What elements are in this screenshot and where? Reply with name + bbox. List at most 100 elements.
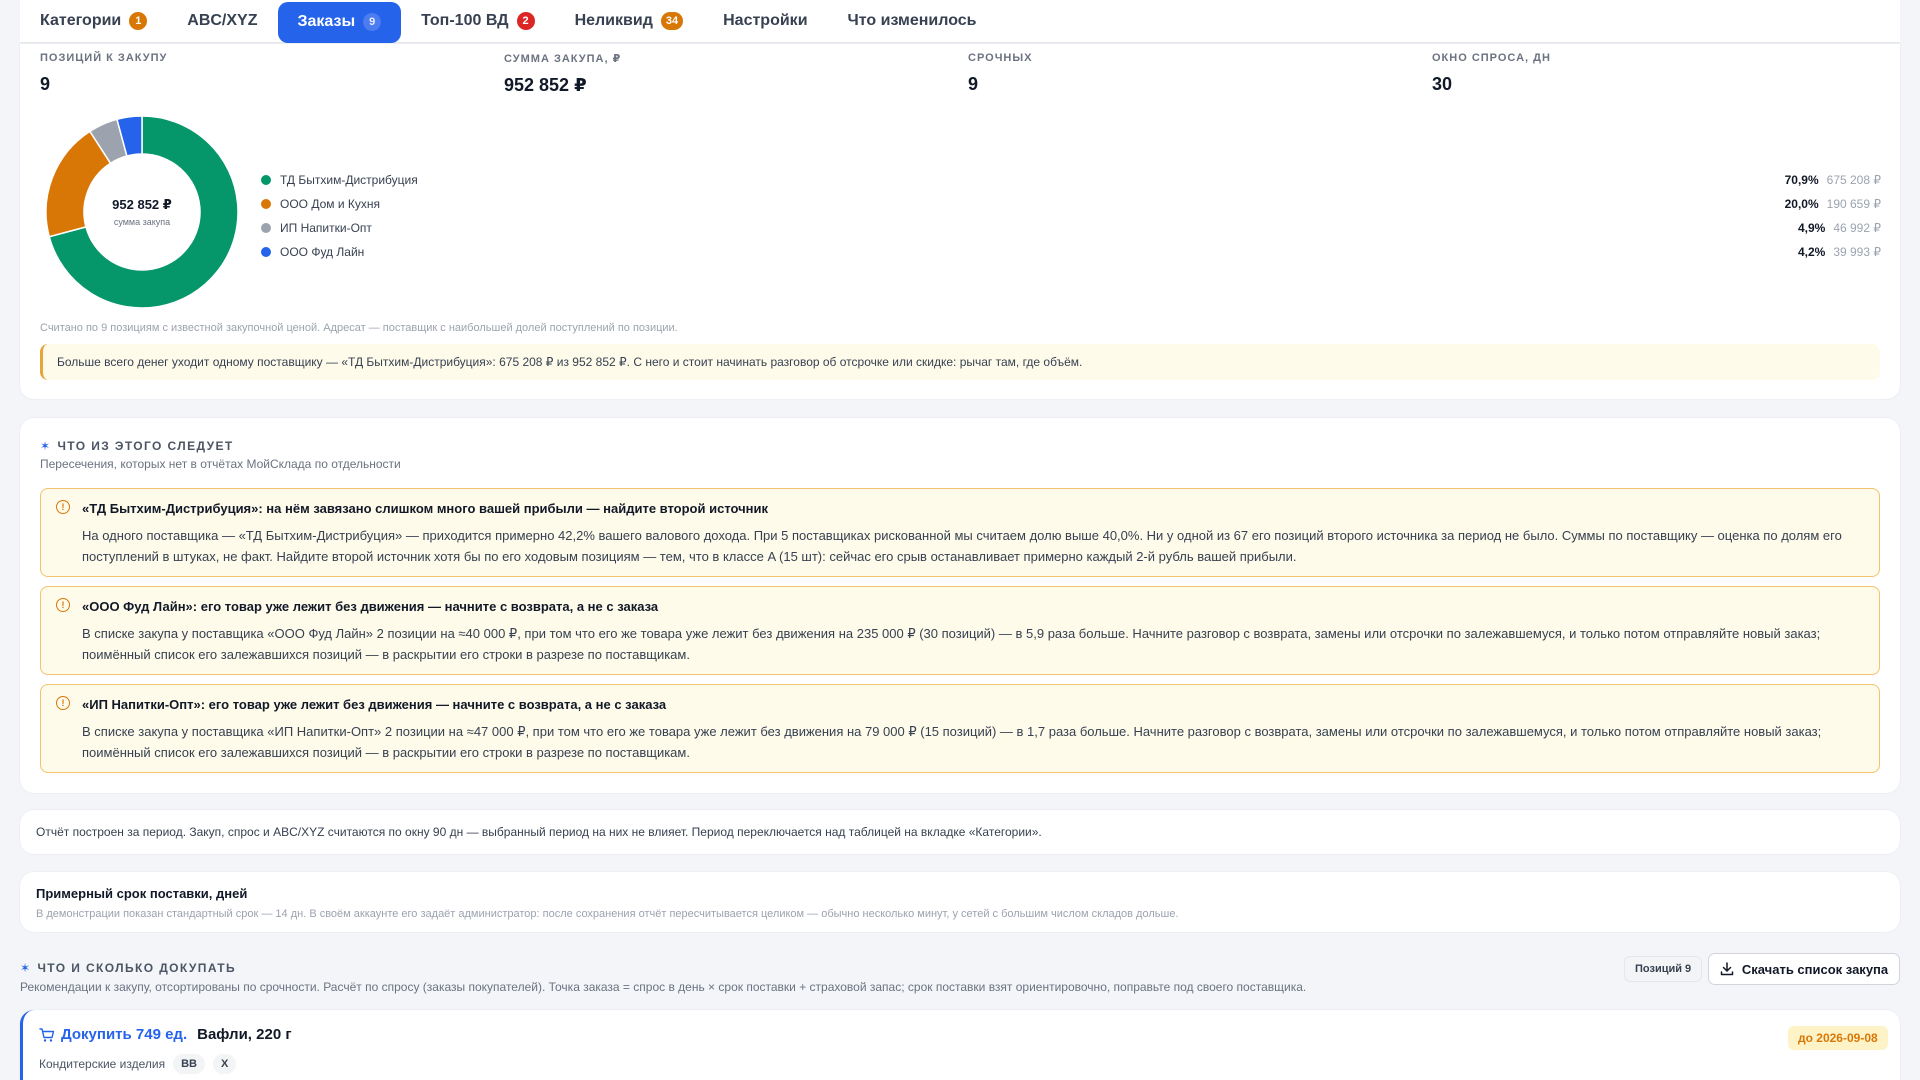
legend-values: 20,0% 190 659 ₽ [1785,192,1881,216]
legend-item: ТД Бытхим-Дистрибуция 70,9% 675 208 ₽ [261,168,1881,192]
purchase-item-card: Докупить 749 ед. Вафли, 220 г Кондитерск… [20,1010,1900,1080]
insight-item: ! «ООО Фуд Лайн»: его товар уже лежит бе… [40,586,1880,675]
download-button-label: Скачать список закупа [1741,961,1889,977]
tab-label: Неликвид [574,12,653,29]
donut-center: 952 852 ₽ сумма закупа [44,114,240,310]
kpi-value: 9 [968,74,979,94]
sparkle-icon: ✶ [20,961,32,975]
legend-amount: 675 208 ₽ [1826,173,1881,187]
summary-card: ПОЗИЦИЙ К ЗАКУПУ 9 СУММА ЗАКУПА, ₽ 952 8… [20,44,1900,399]
warning-icon: ! [56,500,70,514]
sparkle-icon: ✶ [40,439,52,453]
lead-time-title: Примерный срок поставки, дней [36,886,248,901]
cart-icon [39,1027,55,1042]
positions-count-chip: Позиций 9 [1624,956,1703,982]
legend-dot [261,199,271,209]
legend-dot [261,175,271,185]
item-meta: Кондитерские изделия BB X [39,1054,237,1074]
item-name: Вафли, 220 г [197,1026,292,1043]
tab-badge: 1 [129,12,148,30]
period-note-card: Отчёт построен за период. Закуп, спрос и… [20,810,1900,854]
insight-body: На одного поставщика — «ТД Бытхим-Дистри… [82,528,1842,564]
insight-title: «ТД Бытхим-Дистрибуция»: на нём завязано… [82,501,769,516]
legend-item: ИП Напитки-Опт 4,9% 46 992 ₽ [261,216,1881,240]
donut-center-value: 952 852 ₽ [112,197,172,212]
insights-title-text: ЧТО ИЗ ЭТОГО СЛЕДУЕТ [57,439,234,453]
legend-label: ООО Фуд Лайн [280,245,365,259]
kpi-label: ПОЗИЦИЙ К ЗАКУПУ [40,52,168,64]
tab-label: Заказы [297,13,356,30]
abc-class-chip: BB [173,1054,205,1074]
legend-values: 4,2% 39 993 ₽ [1798,240,1881,264]
lead-time-card: Примерный срок поставки, дней В демонстр… [20,872,1900,932]
legend-item: ООО Фуд Лайн 4,2% 39 993 ₽ [261,240,1881,264]
legend-label: ООО Дом и Кухня [280,197,381,211]
lead-time-subtitle: В демонстрации показан стандартный срок … [36,908,1179,920]
legend-amount: 190 659 ₽ [1826,197,1881,211]
tab-label: Настройки [723,12,808,29]
legend-percent: 4,2% [1797,245,1826,259]
buy-section-title: ✶ ЧТО И СКОЛЬКО ДОКУПАТЬ [20,961,236,975]
insight-title: «ИП Напитки-Опт»: его товар уже лежит бе… [82,697,667,712]
callout-text: Больше всего денег уходит одному поставщ… [57,355,1083,369]
kpi-label: СРОЧНЫХ [968,52,1033,64]
tab-orders[interactable]: Заказы 9 [277,1,402,43]
warning-icon: ! [56,696,70,710]
insights-title: ✶ ЧТО ИЗ ЭТОГО СЛЕДУЕТ [40,439,234,453]
kpi-value: 30 [1432,74,1453,94]
tab-label: Топ-100 ВД [421,12,509,29]
tab-badge: 9 [363,13,382,31]
insight-title: «ООО Фуд Лайн»: его товар уже лежит без … [82,599,659,614]
supplier-donut-chart: 952 852 ₽ сумма закупа [44,114,240,310]
insights-subtitle: Пересечения, которых нет в отчётах МойСк… [40,457,401,471]
buy-section-subtitle: Рекомендации к закупу, отсортированы по … [20,980,1307,994]
tab-illiquid[interactable]: Неликвид 34 [555,1,704,42]
tab-bar: Категории 1 ABC/XYZ Заказы 9 Топ-100 ВД … [20,0,1900,44]
tab-settings[interactable]: Настройки [703,1,827,42]
legend-label: ИП Напитки-Опт [280,221,372,235]
tab-label: Что изменилось [847,12,977,29]
tab-abc-xyz[interactable]: ABC/XYZ [167,1,277,42]
period-note: Отчёт построен за период. Закуп, спрос и… [36,825,1042,839]
legend-item: ООО Дом и Кухня 20,0% 190 659 ₽ [261,192,1881,216]
xyz-class-chip: X [212,1054,237,1074]
legend-percent: 70,9% [1784,173,1819,187]
legend-dot [261,223,271,233]
download-list-button[interactable]: Скачать список закупа [1708,953,1900,985]
kpi-label: ОКНО СПРОСА, ДН [1432,52,1551,64]
insight-item: ! «ИП Напитки-Опт»: его товар уже лежит … [40,684,1880,773]
legend-amount: 39 993 ₽ [1833,245,1881,259]
tab-categories[interactable]: Категории 1 [20,1,167,42]
warning-icon: ! [56,598,70,612]
insight-item: ! «ТД Бытхим-Дистрибуция»: на нём завяза… [40,488,1880,577]
tab-badge: 34 [660,12,684,30]
item-category: Кондитерские изделия [39,1057,166,1071]
summary-callout: Больше всего денег уходит одному поставщ… [40,344,1880,380]
buy-quantity-link[interactable]: Докупить 749 ед. [61,1026,187,1043]
insight-body: В списке закупа у поставщика «ИП Напитки… [82,724,1822,760]
legend-amount: 46 992 ₽ [1833,221,1881,235]
tab-badge: 2 [516,12,535,30]
tab-label: ABC/XYZ [187,12,258,29]
kpi-label: СУММА ЗАКУПА, ₽ [504,53,622,65]
summary-note: Считано по 9 позициям с известной закупо… [40,322,678,334]
donut-legend: ТД Бытхим-Дистрибуция 70,9% 675 208 ₽ ООО Д… [261,168,1881,264]
kpi-value: 952 852 ₽ [504,75,587,95]
legend-percent: 20,0% [1784,197,1819,211]
tab-top100[interactable]: Топ-100 ВД 2 [401,1,554,42]
legend-values: 4,9% 46 992 ₽ [1798,216,1881,240]
kpi-window: ОКНО СПРОСА, ДН 30 [1432,52,1551,95]
insight-body: В списке закупа у поставщика «ООО Фуд Ла… [82,626,1821,662]
download-icon [1720,962,1734,976]
kpi-sum: СУММА ЗАКУПА, ₽ 952 852 ₽ [504,52,621,96]
insights-card: ✶ ЧТО ИЗ ЭТОГО СЛЕДУЕТ Пересечения, кото… [20,418,1900,793]
donut-center-label: сумма закупа [113,217,171,227]
tab-what-changed[interactable]: Что изменилось [828,1,997,42]
legend-percent: 4,9% [1797,221,1826,235]
due-date-badge: до 2026-09-08 [1788,1026,1888,1050]
legend-label: ТД Бытхим-Дистрибуция [280,173,418,187]
legend-dot [261,247,271,257]
legend-values: 70,9% 675 208 ₽ [1785,168,1881,192]
tab-label: Категории [40,12,122,29]
item-header: Докупить 749 ед. Вафли, 220 г [39,1026,292,1043]
